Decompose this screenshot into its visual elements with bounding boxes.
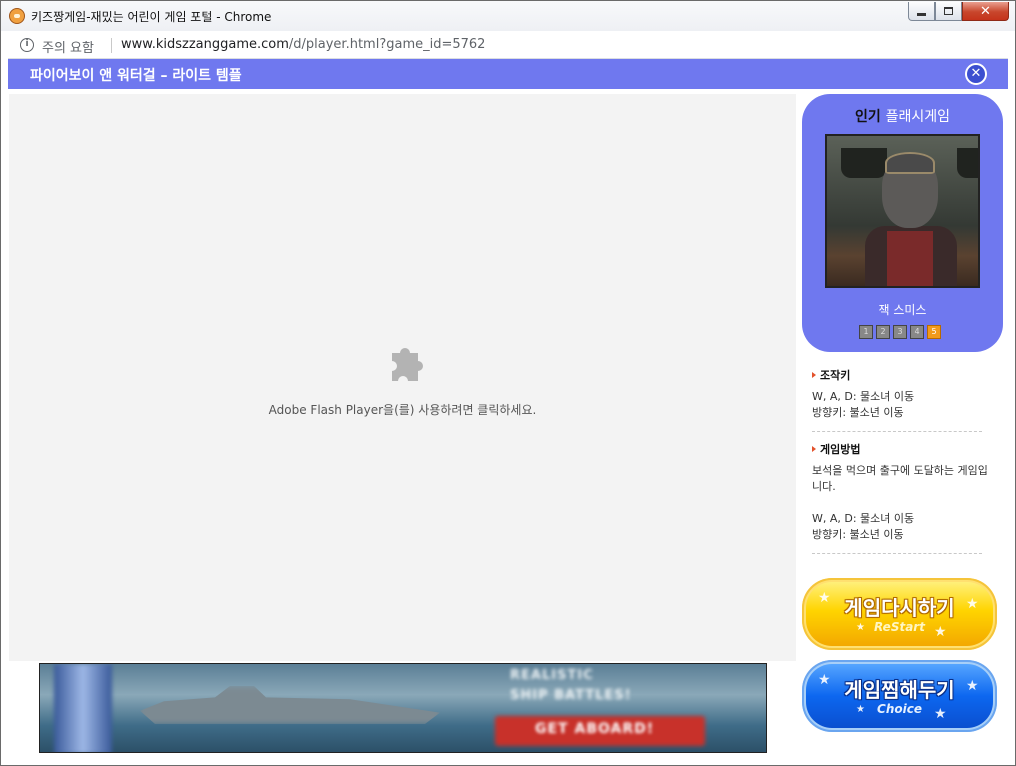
ad-banner[interactable]: REALISTIC SHIP BATTLES! GET ABOARD! <box>39 663 767 753</box>
controls-line: 방향키: 불소년 이동 <box>812 406 904 419</box>
browser-window: 키즈짱게임-재밌는 어린이 게임 포털 - Chrome ✕ i 주의 요함 w… <box>0 0 1016 766</box>
address-bar[interactable]: i 주의 요함 www.kidszzanggame.com/d/player.h… <box>8 31 1008 59</box>
howto-line: 방향키: 불소년 이동 <box>812 528 904 541</box>
bullet-icon <box>812 372 816 378</box>
flash-enable-message[interactable]: Adobe Flash Player을(를) 사용하려면 클릭하세요. <box>9 401 796 418</box>
popular-games-panel: 인기 플래시게임 잭 스미스 1 2 3 4 5 <box>802 94 1003 352</box>
sidebar: 인기 플래시게임 잭 스미스 1 2 3 4 5 조작키 W, A, D: 물소… <box>796 89 1008 761</box>
game-info: 조작키 W, A, D: 물소녀 이동 방향키: 불소년 이동 게임방법 보석을… <box>812 367 988 563</box>
popular-title: 인기 플래시게임 <box>802 106 1003 126</box>
url-host: www.kidszzanggame.com <box>121 37 289 52</box>
site-favicon-icon <box>9 8 25 24</box>
restart-game-button[interactable]: ★ ★ ★ ★ 게임다시하기 ReStart <box>802 578 997 650</box>
featured-game-name[interactable]: 잭 스미스 <box>802 301 1003 318</box>
controls-line: W, A, D: 물소녀 이동 <box>812 390 915 403</box>
address-separator <box>111 38 112 53</box>
main-content: Adobe Flash Player을(를) 사용하려면 클릭하세요. REAL… <box>8 89 1008 761</box>
maximize-icon <box>944 7 953 15</box>
page-button-1[interactable]: 1 <box>859 325 873 339</box>
choice-sublabel: Choice <box>877 702 922 716</box>
popular-title-prefix: 인기 <box>854 109 881 125</box>
ad-headline-line2: SHIP BATTLES! <box>510 688 632 703</box>
choice-label: 게임찜해두기 <box>844 678 955 702</box>
close-icon: ✕ <box>980 3 991 19</box>
info-icon[interactable]: i <box>20 38 34 52</box>
ad-cta-button[interactable]: GET ABOARD! <box>535 721 654 737</box>
ad-headline-line1: REALISTIC <box>510 668 594 683</box>
maximize-button[interactable] <box>935 2 962 21</box>
controls-heading: 조작키 <box>812 367 988 383</box>
page-button-4[interactable]: 4 <box>910 325 924 339</box>
featured-game-thumbnail[interactable] <box>825 134 980 288</box>
game-title: 파이어보이 앤 워터걸 – 라이트 템플 <box>30 68 242 84</box>
restart-label: 게임다시하기 <box>844 596 955 620</box>
bullet-icon <box>812 446 816 452</box>
save-game-button[interactable]: ★ ★ ★ ★ 게임찜해두기 Choice <box>802 660 997 732</box>
page-button-3[interactable]: 3 <box>893 325 907 339</box>
minimize-button[interactable] <box>908 2 935 21</box>
close-icon: ✕ <box>970 66 982 81</box>
ad-ship-image <box>140 686 440 724</box>
title-bar[interactable]: 키즈짱게임-재밌는 어린이 게임 포털 - Chrome ✕ <box>1 1 1015 31</box>
howto-line: W, A, D: 물소녀 이동 <box>812 512 915 525</box>
ad-logo <box>54 664 112 752</box>
popup-close-button[interactable]: ✕ <box>965 63 987 85</box>
page-button-2[interactable]: 2 <box>876 325 890 339</box>
divider <box>812 431 982 432</box>
url-text[interactable]: www.kidszzanggame.com/d/player.html?game… <box>121 37 485 52</box>
howto-text: 보석을 먹으며 출구에 도달하는 게임입니다. <box>812 464 988 493</box>
popular-title-highlight: 플래시게임 <box>885 109 951 125</box>
window-close-button[interactable]: ✕ <box>962 2 1009 21</box>
page-button-5[interactable]: 5 <box>927 325 941 339</box>
puzzle-plugin-icon <box>392 347 423 381</box>
minimize-icon <box>917 12 926 16</box>
url-path: /d/player.html?game_id=5762 <box>288 37 486 52</box>
restart-sublabel: ReStart <box>874 620 925 634</box>
popular-pager: 1 2 3 4 5 <box>859 325 941 339</box>
divider <box>812 553 982 554</box>
window-title: 키즈짱게임-재밌는 어린이 게임 포털 - Chrome <box>31 10 272 24</box>
howto-heading: 게임방법 <box>812 441 988 457</box>
game-header-bar: 파이어보이 앤 워터걸 – 라이트 템플 ✕ <box>8 59 1008 89</box>
flash-player-area[interactable]: Adobe Flash Player을(를) 사용하려면 클릭하세요. <box>9 94 796 661</box>
security-warning[interactable]: 주의 요함 <box>42 37 94 56</box>
